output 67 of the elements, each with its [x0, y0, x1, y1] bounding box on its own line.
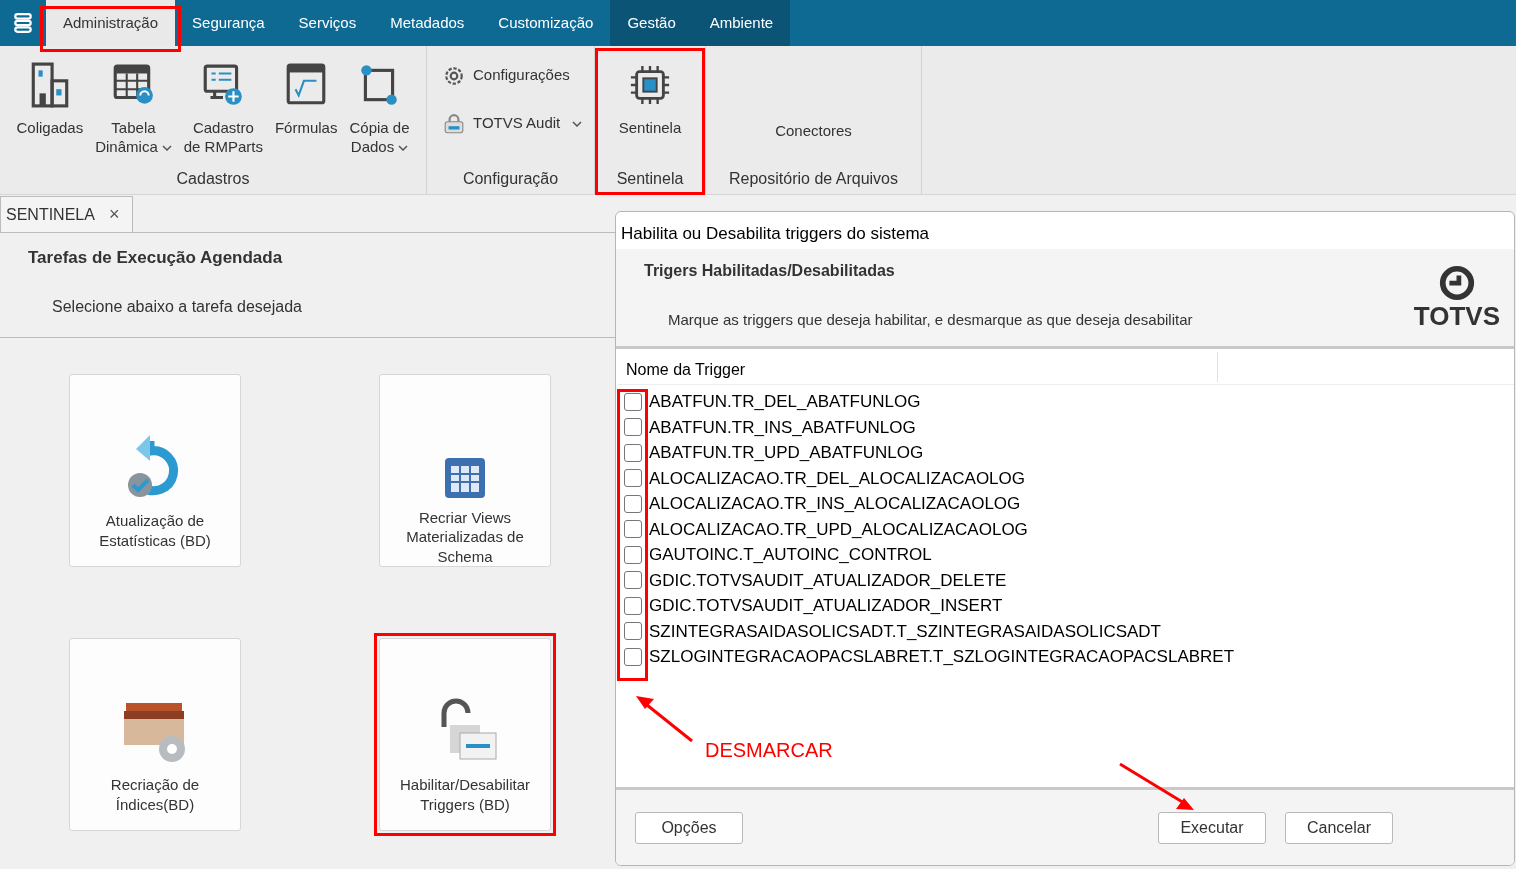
trigger-name: GDIC.TOTVSAUDIT_ATUALIZADOR_DELETE	[649, 569, 1007, 592]
trigger-name: ALOCALIZACAO.TR_DEL_ALOCALIZACAOLOG	[649, 467, 1025, 490]
grid-icon	[443, 455, 487, 500]
tasks-title: Tarefas de Execução Agendada	[28, 247, 284, 269]
checkbox[interactable]	[624, 520, 642, 539]
checkbox[interactable]	[624, 494, 642, 513]
logo-text: TOTVS	[1413, 302, 1500, 330]
dialog-heading: Trigers Habilitadas/Desabilitadas	[644, 261, 896, 281]
arrow	[634, 693, 694, 743]
checkbox[interactable]	[624, 596, 642, 615]
ribbon-button[interactable]: Cópia de Dados	[347, 46, 412, 167]
ribbon-button[interactable]: Conectores	[767, 96, 860, 167]
trigger-name: ABATFUN.TR_INS_ABATFUNLOG	[649, 416, 916, 439]
tasks-subtitle: Selecione abaixo a tarefa desejada	[52, 296, 303, 317]
menu-icon[interactable]	[12, 12, 34, 34]
checkbox[interactable]	[624, 443, 642, 462]
task-tile[interactable]: Habilitar/Desabilitar Triggers (BD)	[379, 638, 551, 831]
column-header: Nome da Trigger	[618, 352, 1218, 382]
menu-tab[interactable]: Metadados	[373, 0, 482, 46]
ribbon-button[interactable]: Coligadas	[14, 46, 86, 167]
menu-tab[interactable]: Segurança	[175, 0, 282, 46]
ribbon-icon	[443, 112, 465, 135]
trigger-name: ALOCALIZACAO.TR_INS_ALOCALIZACAOLOG	[649, 493, 1021, 515]
dialog-button[interactable]: Executar	[1158, 811, 1266, 844]
ribbon-button[interactable]: Cadastro de RMParts	[181, 46, 265, 167]
trigger-name: ALOCALIZACAO.TR_UPD_ALOCALIZACAOLOG	[649, 518, 1028, 541]
checkbox[interactable]	[624, 469, 642, 488]
checkbox[interactable]	[624, 418, 642, 437]
trigger-name: ABATFUN.TR_DEL_ABATFUNLOG	[649, 391, 921, 413]
logo-icon	[1437, 264, 1476, 302]
task-tile[interactable]: Recriar Views Materializadas de Schema	[379, 374, 551, 567]
document-tab[interactable]: SENTINELA ×	[0, 196, 134, 232]
trigger-name: ABATFUN.TR_UPD_ABATFUNLOG	[649, 442, 924, 464]
close-button[interactable]: ×	[108, 201, 128, 228]
checkbox[interactable]	[624, 545, 642, 564]
menu-tab[interactable]: Customização	[481, 0, 611, 46]
checkbox[interactable]	[624, 571, 642, 590]
ribbon-button[interactable]: Sentinela	[616, 46, 684, 167]
checkbox[interactable]	[624, 392, 642, 411]
ribbon-button[interactable]: TOTVS Audit	[435, 108, 591, 139]
dialog-button[interactable]: Cancelar	[1285, 811, 1393, 844]
dialog-title: Habilita ou Desabilita triggers do sistema	[620, 223, 931, 245]
ribbon-button[interactable]: Configurações	[435, 60, 578, 91]
menu-tab[interactable]: Ambiente	[692, 0, 791, 46]
menu-tab[interactable]: Gestão	[610, 0, 693, 46]
document-tab-label: SENTINELA	[6, 204, 95, 225]
checkbox[interactable]	[624, 622, 642, 641]
ribbon-group-label: Configuração	[461, 169, 560, 189]
menu-tab[interactable]: Administração	[46, 0, 176, 46]
annotation-text: DESMARCAR	[705, 738, 833, 763]
task-tile[interactable]: Atualização de Estatísticas (BD)	[69, 374, 241, 567]
trigger-name: GAUTOINC.T_AUTOINC_CONTROL	[649, 544, 932, 566]
ribbon-group-label: Repositório de Arquivos	[728, 169, 899, 189]
ribbon-icon	[202, 62, 245, 108]
menu-tab[interactable]: Serviços	[281, 0, 374, 46]
ribbon-button[interactable]: Tabela Dinâmica	[93, 46, 174, 167]
checkbox[interactable]	[624, 647, 642, 666]
task-tile[interactable]: Recriação de Índices(BD)	[69, 638, 241, 831]
ribbon-group-label: Cadastros	[175, 169, 251, 189]
ribbon-icon	[443, 64, 465, 87]
dialog-button[interactable]: Opções	[635, 811, 743, 844]
dialog-instruction: Marque as triggers que deseja habilitar, e desmarque as que deseja desabilitar	[668, 310, 1193, 330]
ribbon-button[interactable]: Fórmulas	[272, 46, 340, 167]
trigger-name: SZINTEGRASAIDASOLICSADT.T_SZINTEGRASAIDASOLICSADT	[649, 620, 1161, 643]
ribbon-group-label: Sentinela	[615, 169, 685, 189]
trigger-name: GDIC.TOTVSAUDIT_ATUALIZADOR_INSERT	[649, 595, 1003, 617]
trigger-name: SZLOGINTEGRACAOPACSLABRET.T_SZLOGINTEGRACAOPACSLABRET	[649, 646, 1235, 668]
